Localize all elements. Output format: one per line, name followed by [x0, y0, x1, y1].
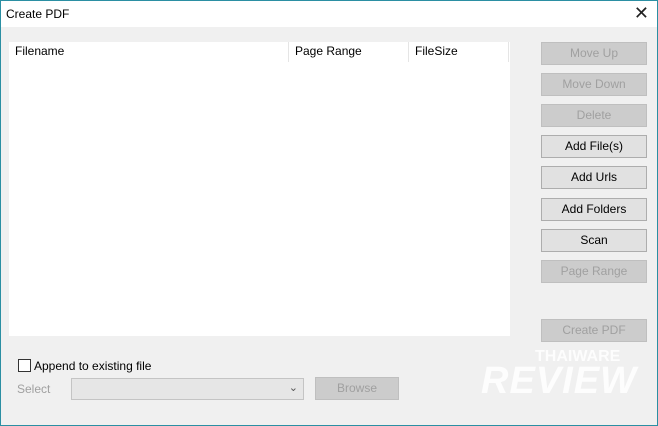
watermark-logo: THAIWARE REVIEW — [471, 346, 656, 421]
append-label[interactable]: Append to existing file — [34, 359, 151, 373]
move-up-button[interactable]: Move Up — [541, 42, 647, 65]
column-page-range[interactable]: Page Range — [289, 42, 409, 62]
watermark-top-text: THAIWARE — [535, 348, 621, 365]
select-label: Select — [17, 382, 51, 396]
browse-button[interactable]: Browse — [315, 377, 399, 400]
file-list[interactable]: Filename Page Range FileSize — [9, 42, 510, 336]
chevron-down-icon[interactable]: ⌄ — [289, 381, 298, 394]
title-bar: Create PDF ✕ — [1, 1, 657, 27]
close-icon[interactable]: ✕ — [634, 3, 649, 23]
select-combobox[interactable]: ⌄ — [71, 378, 304, 400]
column-filesize[interactable]: FileSize — [409, 42, 509, 62]
watermark-main-text: REVIEW — [481, 360, 637, 402]
window-title: Create PDF — [6, 7, 70, 21]
delete-button[interactable]: Delete — [541, 104, 647, 127]
add-folders-button[interactable]: Add Folders — [541, 198, 647, 221]
append-checkbox[interactable] — [18, 359, 31, 372]
add-urls-button[interactable]: Add Urls — [541, 166, 647, 189]
add-files-button[interactable]: Add File(s) — [541, 135, 647, 158]
column-filename[interactable]: Filename — [9, 42, 289, 62]
create-pdf-window: Create PDF ✕ Filename Page Range FileSiz… — [0, 0, 658, 426]
create-pdf-button[interactable]: Create PDF — [541, 319, 647, 342]
page-range-button[interactable]: Page Range — [541, 260, 647, 283]
move-down-button[interactable]: Move Down — [541, 73, 647, 96]
scan-button[interactable]: Scan — [541, 229, 647, 252]
